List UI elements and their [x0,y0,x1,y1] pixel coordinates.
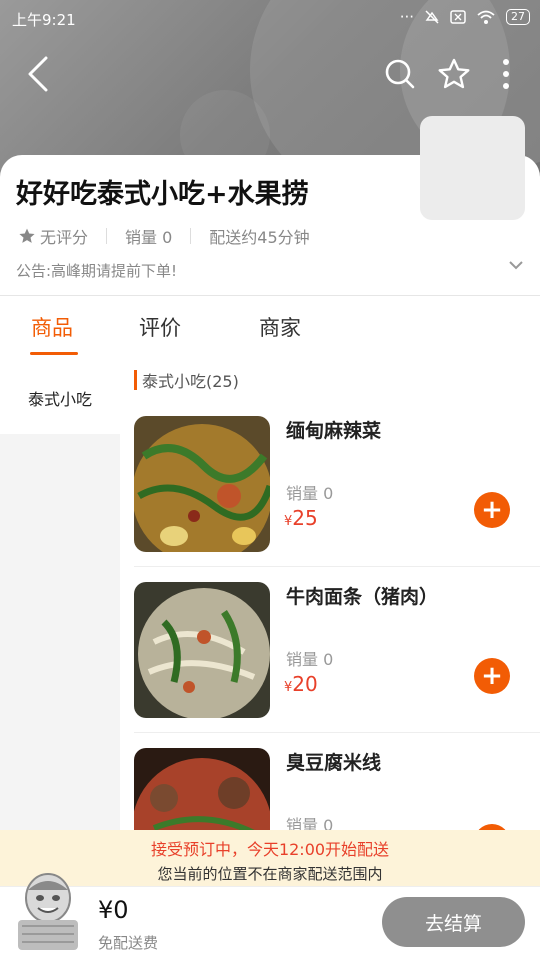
shop-logo [420,116,525,220]
add-to-cart-button[interactable]: + [474,492,510,528]
sim-icon [450,10,466,24]
checkout-button[interactable]: 去结算 [382,897,525,947]
shop-notice[interactable]: 公告:高峰期请提前下单! [16,260,177,281]
tab-products[interactable]: 商品 [31,312,73,342]
mute-icon [425,10,439,24]
category-sidebar [0,356,120,886]
cart-total: ¥0 [98,896,129,924]
shop-name: 好好吃泰式小吃+水果捞 [16,179,309,210]
search-icon [385,59,415,89]
shop-meta: 无评分 销量 0 配送约45分钟 [18,224,310,248]
star-icon [19,228,35,243]
more-button[interactable] [484,52,528,96]
sidebar-item-label: 泰式小吃 [27,390,92,409]
product-sales: 销量 0 [286,484,334,503]
add-icon: + [481,661,503,691]
divider [134,566,540,567]
divider [134,732,540,733]
product-price: ¥20 [284,672,318,696]
product-sales: 销量 0 [286,650,334,669]
cart-button[interactable] [12,868,84,952]
category-header: 泰式小吃(25) [134,368,239,392]
banner-preorder-text: 接受预订中，今天12:00开始配送 [150,840,390,859]
product-item[interactable]: 缅甸麻辣菜 销量 0 ¥25 + [134,416,540,582]
product-image [134,582,270,718]
status-time: 上午9:21 [12,11,76,29]
tab-reviews[interactable]: 评价 [139,312,181,342]
battery-level: 27 [506,9,530,25]
product-image [134,416,270,552]
back-icon [28,56,48,92]
signal-dots-icon: ··· [399,8,414,26]
product-name: 臭豆腐米线 [286,752,382,774]
product-price: ¥25 [284,506,318,530]
search-button[interactable] [378,52,422,96]
category-title: 泰式小吃(25) [142,372,239,391]
chevron-down-icon [509,261,523,270]
tab-active-indicator [30,352,78,355]
status-bar: 上午9:21 ··· 27 [0,0,540,36]
tab-bar: 商品 评价 商家 [0,296,540,356]
star-icon [438,58,470,89]
back-button[interactable] [16,52,60,96]
notice-expand[interactable] [508,258,524,274]
product-name: 牛肉面条（猪肉） [286,586,439,608]
favorite-button[interactable] [432,52,476,96]
cart-mascot-icon [18,873,78,950]
wifi-icon [477,10,495,24]
product-name: 缅甸麻辣菜 [286,420,382,442]
product-item[interactable]: 牛肉面条（猪肉） 销量 0 ¥20 + [134,582,540,748]
add-icon: + [481,495,503,525]
delivery-time: 配送约45分钟 [209,228,310,247]
delivery-fee: 免配送费 [98,934,159,952]
more-icon [503,59,509,89]
add-to-cart-button[interactable]: + [474,658,510,694]
tab-merchant[interactable]: 商家 [259,312,301,342]
shop-rating: 无评分 [40,228,89,247]
shop-sales: 销量 0 [125,228,173,247]
